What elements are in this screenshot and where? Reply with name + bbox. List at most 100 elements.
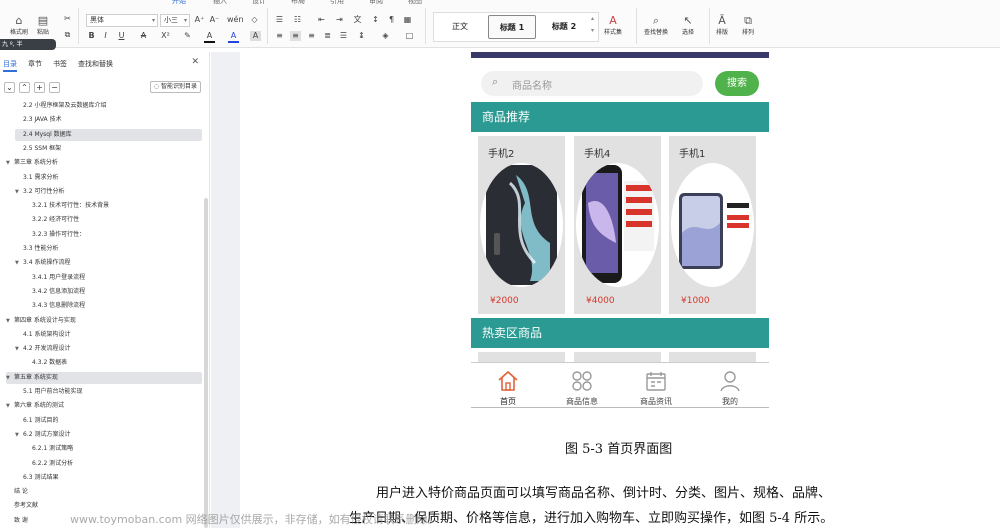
table-icon[interactable]: ▦ bbox=[402, 15, 413, 25]
outdent-icon[interactable]: ⇤ bbox=[316, 15, 327, 25]
phonetic-icon[interactable]: wén bbox=[227, 15, 244, 25]
toc-item[interactable]: 6.3 测试结果 bbox=[15, 472, 202, 484]
format-painter-button[interactable]: ⌂ 格式刷 bbox=[10, 14, 28, 36]
sort-icon[interactable]: ↕ bbox=[370, 15, 381, 25]
toc-item[interactable]: 结 论 bbox=[6, 486, 202, 498]
numbered-list-icon[interactable]: ☷ bbox=[292, 15, 303, 25]
toc-item[interactable]: 4.3.2 数据表 bbox=[24, 357, 202, 369]
style-normal[interactable]: 正文 bbox=[440, 15, 480, 39]
gallery-scroll-up-icon[interactable]: ▴ bbox=[591, 15, 594, 22]
show-marks-icon[interactable]: ¶ bbox=[386, 15, 397, 25]
font-color-icon[interactable]: A bbox=[228, 31, 239, 43]
toc-item[interactable]: ▼ 4.2 开发流程设计 bbox=[15, 343, 202, 355]
brush-small-icon[interactable]: ✎ bbox=[182, 31, 193, 41]
toc-item[interactable]: 2.4 Mysql 数据库 bbox=[15, 128, 202, 141]
align-right-icon[interactable]: ≡ bbox=[306, 31, 317, 41]
chevron-down-icon[interactable]: ▼ bbox=[15, 186, 23, 198]
grow-font-icon[interactable]: A⁺ bbox=[194, 15, 205, 25]
pane-scrollbar[interactable] bbox=[204, 198, 208, 528]
find-replace-button[interactable]: ⌕ 查找替换 bbox=[644, 14, 668, 36]
char-shading-icon[interactable]: A bbox=[250, 31, 261, 41]
toc-item[interactable]: 5.1 用户前台功能实现 bbox=[15, 386, 202, 398]
tab-review[interactable]: 审阅 bbox=[369, 0, 383, 6]
toc-item[interactable]: ▼ 第六章 系统的测试 bbox=[6, 400, 202, 412]
toc-item[interactable]: ▼ 3.4 系统操作流程 bbox=[15, 257, 202, 269]
paste-button[interactable]: ▤ 粘贴 bbox=[37, 14, 49, 36]
shading-icon[interactable]: ◈ bbox=[380, 31, 391, 41]
indent-icon[interactable]: ⇥ bbox=[334, 15, 345, 25]
smart-toc-button[interactable]: ◌ 智能识别目录 bbox=[149, 81, 201, 93]
style-set-button[interactable]: A 样式集 bbox=[604, 14, 622, 36]
gallery-scroll-down-icon[interactable]: ▾ bbox=[591, 27, 594, 34]
justify-icon[interactable]: ≣ bbox=[322, 31, 333, 41]
copy-icon[interactable]: ⧉ bbox=[62, 30, 73, 40]
chinese-layout-icon[interactable]: 文 bbox=[352, 15, 363, 25]
chevron-down-icon[interactable]: ▼ bbox=[15, 343, 23, 355]
remove-level-icon[interactable]: − bbox=[49, 82, 60, 93]
style-heading-1[interactable]: 标题 1 bbox=[488, 15, 536, 39]
toc-item[interactable]: 6.2.1 测试策略 bbox=[24, 443, 202, 455]
news-icon bbox=[646, 372, 666, 391]
bullet-list-icon[interactable]: ☰ bbox=[274, 15, 285, 25]
toc-item[interactable]: 2.3 JAVA 技术 bbox=[15, 114, 202, 126]
add-level-icon[interactable]: + bbox=[34, 82, 45, 93]
line-spacing-icon[interactable]: ↨ bbox=[356, 31, 367, 41]
strikethrough-icon[interactable]: A bbox=[138, 31, 149, 41]
italic-icon[interactable]: I bbox=[100, 31, 111, 41]
tab-insert[interactable]: 插入 bbox=[213, 0, 227, 6]
highlight-color-icon[interactable]: A bbox=[204, 31, 215, 43]
toc-item[interactable]: 3.2.3 操作可行性： bbox=[24, 229, 202, 241]
chevron-down-icon[interactable]: ▼ bbox=[6, 315, 14, 327]
close-icon[interactable]: ✕ bbox=[191, 57, 199, 67]
chevron-down-icon[interactable]: ▼ bbox=[15, 257, 23, 269]
border-icon[interactable]: □ bbox=[404, 31, 415, 41]
toc-item[interactable]: 3.3 性能分析 bbox=[15, 243, 202, 255]
chevron-down-icon[interactable]: ▼ bbox=[6, 400, 14, 412]
arrange-button[interactable]: ⧉ 排列 bbox=[742, 14, 754, 36]
toc-item[interactable]: ▼ 第三章 系统分析 bbox=[6, 157, 202, 169]
style-heading-2[interactable]: 标题 2 bbox=[542, 15, 586, 39]
toc-item[interactable]: 3.2.2 经济可行性 bbox=[24, 214, 202, 226]
expand-icon[interactable]: ⌃ bbox=[19, 82, 30, 93]
shrink-font-icon[interactable]: A⁻ bbox=[209, 15, 220, 25]
tab-layout[interactable]: 布局 bbox=[291, 0, 305, 6]
underline-icon[interactable]: U bbox=[116, 31, 127, 41]
toc-item[interactable]: ▼ 6.2 测试方案设计 bbox=[15, 429, 202, 441]
distribute-icon[interactable]: ☰ bbox=[338, 31, 349, 41]
toc-item[interactable]: 3.4.3 信息删除流程 bbox=[24, 300, 202, 312]
superscript-icon[interactable]: X² bbox=[160, 31, 171, 41]
toc-item[interactable]: ▼ 第五章 系统实现 bbox=[6, 371, 202, 384]
toc-item[interactable]: 2.5 SSM 框架 bbox=[15, 143, 202, 155]
clear-format-icon[interactable]: ◇ bbox=[249, 15, 260, 25]
chevron-down-icon[interactable]: ▼ bbox=[6, 157, 14, 169]
font-name-select[interactable]: 黑体 ▾ bbox=[86, 14, 158, 27]
chevron-down-icon[interactable]: ▼ bbox=[6, 372, 14, 384]
toc-item[interactable]: 6.1 测试目的 bbox=[15, 415, 202, 427]
align-center-icon[interactable]: ≡ bbox=[290, 31, 301, 41]
tab-view[interactable]: 视图 bbox=[408, 0, 422, 6]
toc-item[interactable]: 3.4.1 用户登录流程 bbox=[24, 272, 202, 284]
align-left-icon[interactable]: ≡ bbox=[274, 31, 285, 41]
tab-reference[interactable]: 引用 bbox=[330, 0, 344, 6]
toc-item[interactable]: ▼ 第四章 系统设计与实现 bbox=[6, 315, 202, 327]
tab-chapters[interactable]: 章节 bbox=[28, 58, 42, 70]
chevron-down-icon[interactable]: ▼ bbox=[15, 429, 23, 441]
typeset-button[interactable]: Ā 排版 bbox=[716, 14, 728, 36]
font-size-select[interactable]: 小三 ▾ bbox=[160, 14, 190, 27]
cut-icon[interactable]: ✂ bbox=[62, 14, 73, 24]
bold-icon[interactable]: B bbox=[86, 31, 97, 41]
toc-item[interactable]: 6.2.2 测试分析 bbox=[24, 458, 202, 470]
toc-item[interactable]: ▼ 3.2 可行性分析 bbox=[15, 186, 202, 198]
toc-item[interactable]: 4.1 系统架构设计 bbox=[15, 329, 202, 341]
toc-item[interactable]: 3.2.1 技术可行性：技术背景 bbox=[24, 200, 202, 212]
tab-find-replace[interactable]: 查找和替换 bbox=[78, 58, 113, 70]
select-button[interactable]: ↖ 选择 bbox=[682, 14, 694, 36]
tab-toc[interactable]: 目录 bbox=[3, 58, 17, 72]
toc-item[interactable]: 3.1 需求分析 bbox=[15, 172, 202, 184]
toc-item[interactable]: 2.2 小程序框架及云数据库介绍 bbox=[15, 100, 202, 112]
tab-design[interactable]: 设计 bbox=[252, 0, 266, 6]
toc-item[interactable]: 3.4.2 信息添加流程 bbox=[24, 286, 202, 298]
tab-bookmarks[interactable]: 书签 bbox=[53, 58, 67, 70]
collapse-all-icon[interactable]: ⌄ bbox=[4, 82, 15, 93]
tab-start[interactable]: 开始 bbox=[172, 0, 186, 6]
